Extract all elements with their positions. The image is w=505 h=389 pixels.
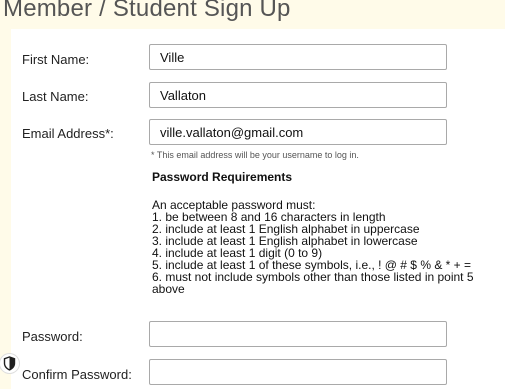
page-title: Member / Student Sign Up: [3, 0, 291, 22]
password-field[interactable]: [149, 321, 447, 347]
signup-form: First Name: Last Name: Email Address*: *…: [11, 29, 505, 389]
shield-icon-glyph: [3, 356, 16, 371]
password-requirements-heading: Password Requirements: [152, 170, 293, 184]
password-label: Password:: [22, 329, 83, 344]
last-name-label: Last Name:: [22, 89, 89, 104]
last-name-field[interactable]: [149, 82, 447, 108]
first-name-label: First Name:: [22, 52, 90, 67]
email-hint: * This email address will be your userna…: [151, 150, 359, 160]
password-requirements-list: An acceptable password must: 1. be betwe…: [152, 199, 505, 295]
email-label: Email Address*:: [22, 126, 114, 141]
shield-icon[interactable]: [0, 354, 19, 373]
confirm-password-label: Confirm Password:: [22, 367, 132, 382]
email-field[interactable]: [149, 119, 447, 145]
password-rule: above: [152, 282, 185, 296]
confirm-password-field[interactable]: [149, 359, 447, 385]
password-rule: 6. must not include symbols other than t…: [152, 270, 474, 284]
first-name-field[interactable]: [149, 44, 447, 70]
